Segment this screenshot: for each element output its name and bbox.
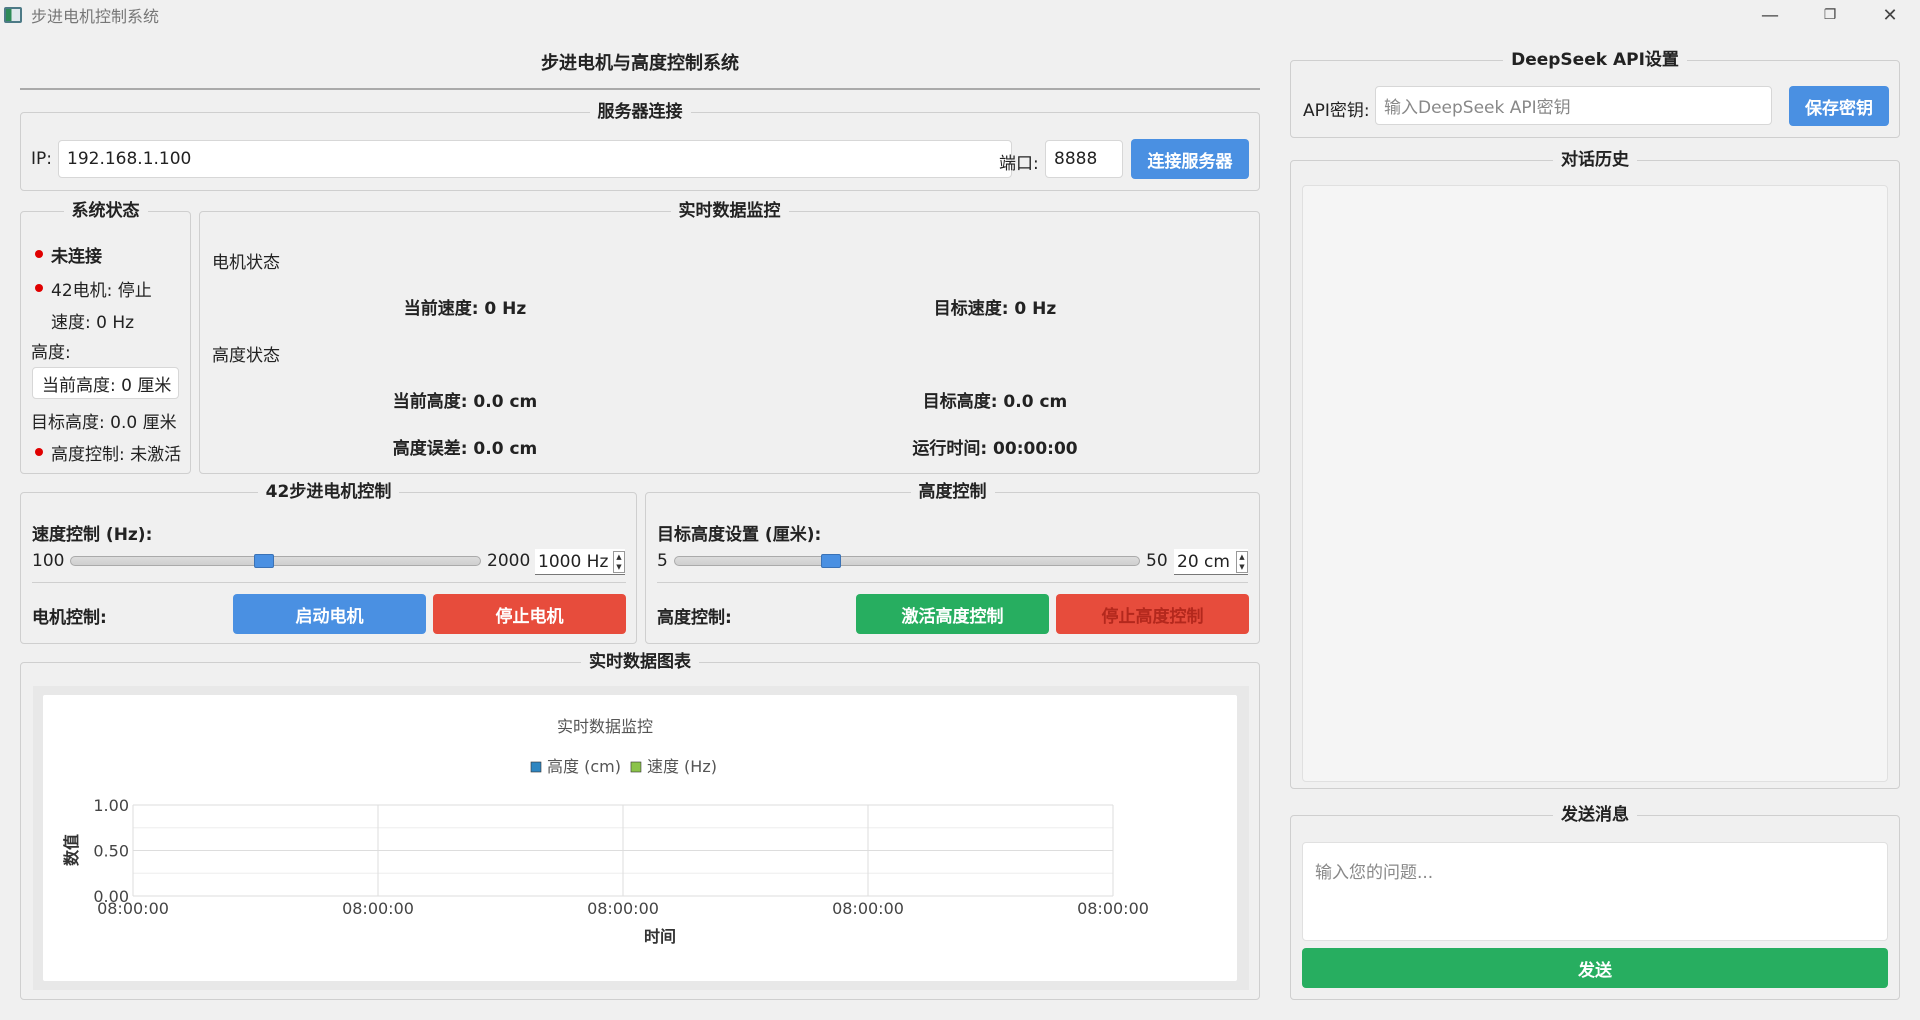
chat-history-group: 对话历史 (1290, 150, 1900, 789)
height-control-status-dot (35, 448, 43, 456)
speed-min-label: 100 (32, 551, 65, 571)
restore-icon: ❐ (1823, 7, 1837, 23)
x-tick-label-1: 08:00:00 (342, 899, 414, 918)
current-speed-value: 当前速度: 0 Hz (403, 299, 527, 319)
speed-slider[interactable] (70, 556, 481, 566)
height-control-title: 高度控制 (910, 482, 995, 502)
chart-title: 实时数据监控 (557, 717, 653, 736)
deepseek-title: DeepSeek API设置 (1503, 50, 1687, 70)
current-height-box: 当前高度: 0 厘米 (32, 367, 179, 399)
motor-divider (32, 582, 626, 583)
server-group-title: 服务器连接 (589, 102, 691, 122)
height-label: 高度: (31, 343, 71, 363)
height-slider[interactable] (674, 556, 1140, 566)
x-axis-label: 时间 (644, 927, 676, 946)
x-tick-label-3: 08:00:00 (832, 899, 904, 918)
speed-status: 速度: 0 Hz (51, 313, 135, 333)
window-title: 步进电机控制系统 (31, 7, 160, 26)
motor-control-title: 42步进电机控制 (257, 482, 400, 502)
height-divider (657, 582, 1248, 583)
start-motor-button[interactable]: 启动电机 (233, 594, 426, 634)
height-spinbox[interactable]: 20 cm ▲ ▼ (1174, 549, 1248, 575)
ip-input[interactable]: 192.168.1.100 (58, 140, 1012, 178)
monitor-title: 实时数据监控 (670, 201, 789, 221)
stop-height-control-button[interactable]: 停止高度控制 (1056, 594, 1249, 634)
app-icon (4, 7, 22, 23)
send-title: 发送消息 (1553, 805, 1637, 825)
deepseek-api-group: DeepSeek API设置 API密钥: 输入DeepSeek API密钥 保… (1290, 50, 1900, 138)
run-time-value: 运行时间: 00:00:00 (912, 439, 1078, 459)
spin-arrows-icon[interactable]: ▲ ▼ (613, 551, 625, 573)
api-key-input[interactable]: 输入DeepSeek API密钥 (1375, 86, 1772, 125)
connection-status-dot (35, 250, 43, 258)
height-slider-handle[interactable] (821, 554, 842, 568)
x-tick-label-4: 08:00:00 (1077, 899, 1149, 918)
stop-motor-button[interactable]: 停止电机 (433, 594, 626, 634)
spin-arrows-icon[interactable]: ▲ ▼ (1236, 551, 1248, 573)
y-tick-label-1: 0.50 (93, 842, 129, 861)
speed-max-label: 2000 (487, 551, 531, 571)
speed-control-label: 速度控制 (Hz): (32, 525, 153, 545)
legend-swatch-1 (630, 761, 642, 773)
system-status-title: 系统状态 (63, 201, 148, 221)
close-icon: ✕ (1882, 4, 1898, 26)
y-tick-label-0: 1.00 (93, 796, 129, 815)
server-connection-group: 服务器连接 IP: 192.168.1.100 端口: 8888 连接服务器 (20, 102, 1260, 191)
close-button[interactable]: ✕ (1860, 0, 1920, 30)
height-max-label: 50 (1146, 551, 1168, 571)
height-control-status: 高度控制: 未激活 (51, 445, 182, 465)
height-control-group: 高度控制 目标高度设置 (厘米): 5 50 20 cm ▲ ▼ 高度控制: 激活… (645, 482, 1260, 644)
height-min-label: 5 (657, 551, 668, 571)
y-axis-label: 数值 (62, 834, 81, 866)
window-titlebar: 步进电机控制系统 — ❐ ✕ (0, 0, 1920, 30)
message-input[interactable]: 输入您的问题... (1302, 842, 1888, 941)
connect-server-button[interactable]: 连接服务器 (1131, 139, 1249, 179)
save-key-button[interactable]: 保存密钥 (1789, 86, 1889, 126)
height-error-value: 高度误差: 0.0 cm (392, 439, 538, 459)
restore-button[interactable]: ❐ (1800, 0, 1860, 30)
motor-control-group: 42步进电机控制 速度控制 (Hz): 100 2000 1000 Hz ▲ ▼ … (20, 482, 637, 644)
chart-canvas: 实时数据监控 高度 (cm) 速度 (Hz) 1.00 0.50 0.00 08:00:00… (43, 695, 1237, 981)
legend-label-0: 高度 (cm) (547, 757, 621, 776)
x-tick-label-0: 08:00:00 (97, 899, 169, 918)
motor-status-dot (35, 284, 43, 292)
target-height-status: 目标高度: 0.0 厘米 (31, 413, 177, 433)
header-divider (20, 88, 1260, 90)
motor-status: 42电机: 停止 (51, 281, 152, 301)
x-tick-label-2: 08:00:00 (587, 899, 659, 918)
port-label: 端口: (999, 154, 1039, 174)
port-input[interactable]: 8888 (1045, 140, 1123, 178)
speed-slider-handle[interactable] (253, 554, 274, 568)
history-title: 对话历史 (1553, 150, 1637, 170)
api-key-label: API密钥: (1303, 101, 1370, 121)
target-height-value: 目标高度: 0.0 cm (922, 392, 1068, 412)
chart-svg: 实时数据监控高度 (cm) 速度 (Hz)1.000.500.0008:00:00… (62, 717, 1149, 946)
activate-height-control-button[interactable]: 激活高度控制 (856, 594, 1049, 634)
target-speed-value: 目标速度: 0 Hz (933, 299, 1057, 319)
connection-status: 未连接 (51, 247, 102, 267)
current-height-value: 当前高度: 0.0 cm (392, 392, 538, 412)
ip-label: IP: (31, 149, 52, 169)
chat-history-area[interactable] (1302, 185, 1888, 782)
chart-group: 实时数据图表 实时数据监控 高度 (cm) 速度 (Hz) 1.00 0.50 0.00 0… (20, 652, 1260, 1000)
send-button[interactable]: 发送 (1302, 948, 1888, 988)
send-message-group: 发送消息 输入您的问题... 发送 (1290, 805, 1900, 1000)
minimize-button[interactable]: — (1740, 0, 1800, 30)
target-height-setting-label: 目标高度设置 (厘米): (657, 525, 822, 545)
system-status-group: 系统状态 未连接 42电机: 停止 速度: 0 Hz 高度: 当前高度: 0 厘… (20, 201, 191, 474)
legend-swatch-0 (530, 761, 542, 773)
speed-spinbox[interactable]: 1000 Hz ▲ ▼ (535, 549, 625, 575)
motor-control-label: 电机控制: (32, 608, 107, 628)
height-control-label: 高度控制: (657, 608, 732, 628)
chart-frame: 实时数据监控 高度 (cm) 速度 (Hz) 1.00 0.50 0.00 08:00:00… (33, 686, 1249, 990)
legend-label-1: 速度 (Hz) (647, 757, 717, 776)
realtime-monitor-group: 实时数据监控 电机状态 当前速度: 0 Hz 目标速度: 0 Hz 高度状态 当… (199, 201, 1260, 474)
motor-section-label: 电机状态 (212, 253, 280, 273)
minimize-icon: — (1761, 4, 1779, 26)
height-section-label: 高度状态 (212, 346, 280, 366)
chart-group-title: 实时数据图表 (581, 652, 699, 672)
page-title: 步进电机与高度控制系统 (541, 53, 739, 74)
